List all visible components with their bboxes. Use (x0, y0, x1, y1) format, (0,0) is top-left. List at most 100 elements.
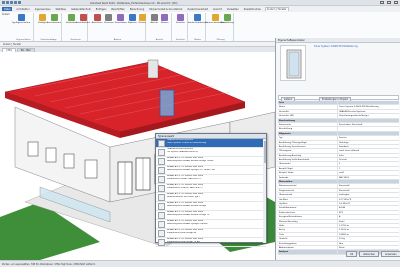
scrollbar-thumb[interactable] (263, 141, 266, 163)
type-list-item[interactable]: REHAU AG + Co. Fenster und Türen Haustürs… (156, 202, 266, 211)
type-list-scrollbar[interactable] (263, 139, 266, 243)
tool-icon (150, 14, 158, 21)
quick-access-toolbar[interactable] (2, 1, 21, 5)
property-value[interactable]: Stahl (338, 220, 399, 223)
window-thumbnail-icon (158, 212, 165, 219)
type-selector-list[interactable]: Typenauswahl GEALAN Fenster-Systeme Tuner… (155, 133, 267, 247)
type-name: Haustürsystem REHAU Brillant-Design 70 (167, 214, 210, 217)
dialog-button[interactable]: OK (346, 251, 358, 257)
ribbon-button[interactable]: Kopieren (128, 14, 137, 40)
property-value[interactable]: 0,5 W/m²K (338, 202, 399, 205)
ribbon-button[interactable]: Typ-Eigenschaften (12, 14, 30, 40)
property-value[interactable]: 44 dB (338, 206, 399, 209)
property-value[interactable]: Kunststoff (338, 184, 399, 187)
ribbon-button[interactable]: Erstellen (176, 14, 185, 40)
ribbon-tab[interactable]: Stahlbau (55, 8, 68, 11)
property-value[interactable]: links (338, 154, 399, 157)
type-list-item[interactable]: REHAU AG + Co. Fenster und Türen Haustürs… (156, 157, 266, 166)
ribbon-tab[interactable]: Ändern | Fenster (264, 7, 289, 11)
ribbon-tab[interactable]: Gebäudetechnik (70, 8, 92, 11)
property-value[interactable]: RAL 9016 (338, 176, 399, 179)
ribbon-button[interactable]: Wandöffnung (220, 14, 234, 40)
property-value[interactable]: weiß (338, 171, 399, 174)
ribbon-tab[interactable]: Körpermodell & Grundstück (148, 8, 183, 11)
selected-window[interactable] (159, 89, 175, 117)
property-value[interactable] (338, 119, 399, 122)
property-value[interactable]: 2 (338, 162, 399, 165)
property-value[interactable]: 0,0850 m (338, 233, 399, 236)
property-value[interactable]: A (338, 215, 399, 218)
save-icon[interactable] (6, 1, 9, 4)
ribbon-button[interactable]: Rahmen bearbeiten (205, 14, 225, 40)
type-list-item[interactable]: REHAU AG + Co. Fenster und Türen Produkts… (156, 175, 266, 184)
type-name: Tür System GEALAN-S-8000 IQ (167, 151, 199, 154)
type-list-item[interactable]: REHAU AG + Co. Fenster und Türen Haustürs… (156, 211, 266, 220)
property-value[interactable]: Neu (338, 242, 399, 245)
property-value[interactable]: Fenster (338, 136, 399, 139)
property-value[interactable]: Standard (338, 145, 399, 148)
property-value[interactable] (338, 132, 399, 135)
property-value[interactable]: GEALAN Fenster-Systeme (338, 110, 399, 113)
type-list-item[interactable]: REHAU AG + Co. Fenster und Türen Produkts… (156, 238, 266, 247)
property-value[interactable]: Kunststoff (338, 189, 399, 192)
type-list-item[interactable]: REHAU AG + Co. Fenster und Türen Produkts… (156, 229, 266, 238)
type-list-item[interactable]: REHAU AG + Co. Fenster und Türen Produkts… (156, 184, 266, 193)
type-list-item[interactable]: REHAU AG + Co. Fenster und Türen Haustürs… (156, 220, 266, 229)
ribbon-tab[interactable]: Ingenieurbau (34, 8, 52, 11)
property-value[interactable]: Keine (338, 246, 399, 249)
ribbon-button[interactable]: Verschieben (115, 14, 127, 40)
ribbon-button[interactable]: Drehen (139, 14, 146, 40)
property-value[interactable]: nach innen öffnend (338, 149, 399, 152)
status-text: Klicken, um auszuwählen. TAB für Alterna… (2, 263, 96, 266)
ribbon-tab[interactable]: Zusatzmodule (243, 8, 262, 11)
type-list-item[interactable]: GEALAN Fenster-Systeme Tuner System 3-060… (156, 139, 266, 148)
type-list-item[interactable]: REHAU AG + Co. Fenster und Türen Haustürs… (156, 166, 266, 175)
minimize-icon[interactable] (380, 1, 384, 4)
property-value[interactable] (338, 180, 399, 183)
ribbon-button[interactable]: Verbinden (66, 14, 76, 40)
type-list-item[interactable]: REHAU AG + Co. Fenster und Türen Hebeschi… (156, 193, 266, 202)
ribbon-tab[interactable]: Berechnung (129, 8, 145, 11)
ribbon-button[interactable]: Messen (161, 14, 170, 40)
modify-label[interactable]: Ändern (2, 13, 10, 16)
ribbon-button[interactable]: Versetzen (104, 14, 114, 40)
close-icon[interactable] (394, 1, 398, 4)
ribbon-button[interactable]: Ansicht (150, 14, 159, 40)
property-value[interactable] (338, 127, 399, 130)
ribbon-button[interactable]: Ausschneiden (76, 14, 90, 40)
property-value[interactable]: Zentral (338, 158, 399, 161)
ribbon-button[interactable]: Ausschneiden (47, 14, 61, 40)
undo-icon[interactable] (10, 1, 13, 4)
ribbon-button[interactable]: Familie bearbeiten (188, 14, 206, 40)
open-icon[interactable] (2, 1, 5, 4)
property-value[interactable]: 32 kg (338, 237, 399, 240)
dialog-button[interactable]: Abbrechen (359, 251, 379, 257)
property-value[interactable]: Fensterbau, Kunststoff (338, 123, 399, 126)
redo-icon[interactable] (14, 1, 17, 4)
property-value[interactable]: 1,0100 m (338, 228, 399, 231)
ribbon-tab[interactable]: Beschriften (110, 8, 126, 11)
dialog-button[interactable]: Anwenden (380, 251, 400, 257)
property-value[interactable]: Tuner System 3-0600 M3 Metallierung (338, 105, 399, 108)
ribbon-tab[interactable]: Zusammenarbeit (186, 8, 209, 11)
property-value[interactable]: 0,77 W/m²K (338, 198, 399, 201)
ribbon-tab[interactable]: Architektur (15, 8, 30, 11)
type-list-item[interactable]: GEALAN Fenster-Systeme Tür System GEALAN-… (156, 148, 266, 157)
ribbon-tab[interactable]: Ansicht (212, 8, 223, 11)
window-controls (380, 1, 398, 4)
ribbon-button[interactable]: Einfügen (38, 14, 47, 40)
print-icon[interactable] (18, 1, 21, 4)
property-value[interactable]: 1 (338, 167, 399, 170)
property-value[interactable]: 1,3750 m (338, 224, 399, 227)
property-value[interactable] (338, 101, 399, 104)
ribbon-tab[interactable]: Datei (2, 6, 13, 12)
ribbon-tab[interactable]: Einfügen (95, 8, 108, 11)
maximize-icon[interactable] (387, 1, 391, 4)
property-value[interactable]: Isolierglas (338, 193, 399, 196)
ribbon-button[interactable]: Ausrichten (92, 14, 102, 40)
ribbon-tab[interactable]: Verwalten (226, 8, 240, 11)
property-value[interactable]: http://www.gealan.de/de/ger (338, 114, 399, 117)
property-value[interactable]: Drehkipp (338, 141, 399, 144)
property-value[interactable]: RC2 (338, 211, 399, 214)
ribbon-button-label: Typ-Eigenschaften (11, 21, 31, 24)
